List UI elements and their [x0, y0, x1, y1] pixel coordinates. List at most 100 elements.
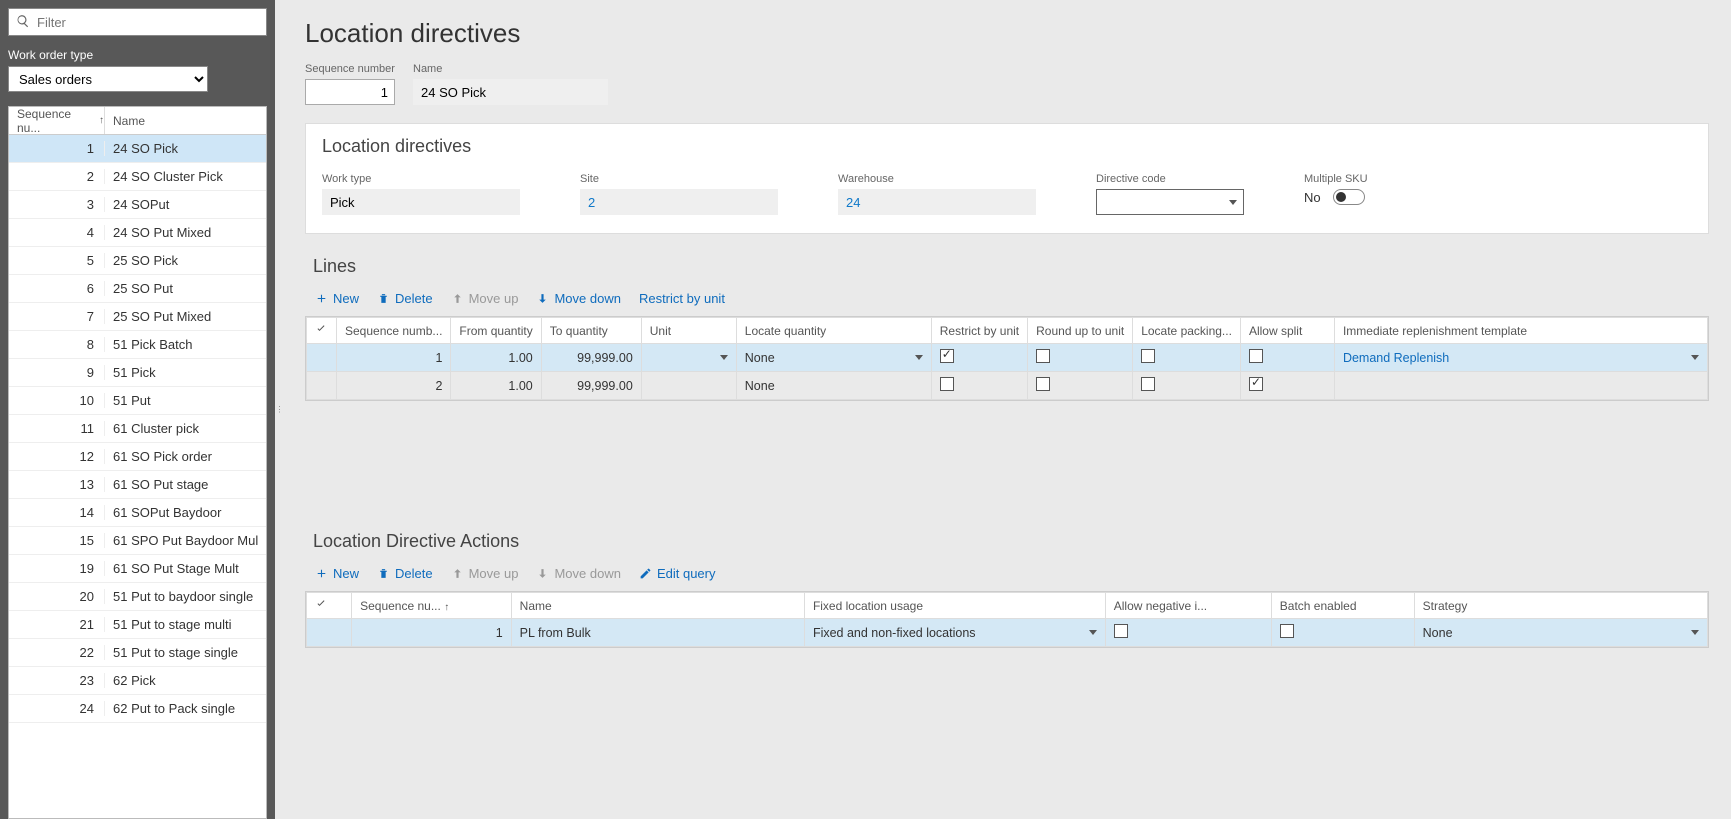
- to-qty-col[interactable]: To quantity: [541, 318, 641, 344]
- card-title: Location directives: [322, 136, 1692, 157]
- lines-title: Lines: [313, 256, 1709, 277]
- locate-pack-col[interactable]: Locate packing...: [1133, 318, 1241, 344]
- directive-row[interactable]: 725 SO Put Mixed: [9, 303, 266, 331]
- actions-delete-button[interactable]: Delete: [377, 566, 433, 581]
- actions-strategy-col[interactable]: Strategy: [1414, 593, 1707, 619]
- directive-row[interactable]: 1361 SO Put stage: [9, 471, 266, 499]
- move-down-button[interactable]: Move down: [536, 291, 620, 306]
- lines-row[interactable]: 21.0099,999.00None: [307, 372, 1708, 400]
- sort-asc-icon: ↑: [99, 115, 104, 126]
- work-order-type-select[interactable]: Sales orders: [8, 66, 208, 92]
- directive-list: Sequence nu... ↑ Name 124 SO Pick224 SO …: [8, 106, 267, 819]
- actions-neg-col[interactable]: Allow negative i...: [1105, 593, 1271, 619]
- checkbox[interactable]: [1249, 377, 1263, 391]
- checkbox[interactable]: [1141, 377, 1155, 391]
- actions-title: Location Directive Actions: [313, 531, 1709, 552]
- checkbox[interactable]: [1036, 349, 1050, 363]
- warehouse-label: Warehouse: [838, 173, 1036, 185]
- directive-row[interactable]: 1561 SPO Put Baydoor Mul: [9, 527, 266, 555]
- seq-col[interactable]: Sequence numb...: [337, 318, 451, 344]
- select-all-header[interactable]: [307, 318, 337, 344]
- from-qty-col[interactable]: From quantity: [451, 318, 541, 344]
- lines-row[interactable]: 11.0099,999.00NoneDemand Replenish: [307, 344, 1708, 372]
- new-button[interactable]: New: [315, 291, 359, 306]
- directive-row[interactable]: 2151 Put to stage multi: [9, 611, 266, 639]
- directive-row[interactable]: 424 SO Put Mixed: [9, 219, 266, 247]
- directive-row[interactable]: 324 SOPut: [9, 191, 266, 219]
- locate-qty-col[interactable]: Locate quantity: [736, 318, 931, 344]
- directive-code-label: Directive code: [1096, 173, 1244, 185]
- work-type-label: Work type: [322, 173, 520, 185]
- directive-row[interactable]: 2251 Put to stage single: [9, 639, 266, 667]
- directive-row[interactable]: 2362 Pick: [9, 667, 266, 695]
- restrict-col[interactable]: Restrict by unit: [931, 318, 1027, 344]
- restrict-by-unit-button[interactable]: Restrict by unit: [639, 291, 725, 306]
- actions-grid: Sequence nu... ↑ Name Fixed location usa…: [305, 591, 1709, 648]
- seq-header[interactable]: Sequence nu...: [17, 107, 95, 135]
- location-directives-card: Location directives Work type Site 2 War…: [305, 123, 1709, 234]
- site-field[interactable]: 2: [580, 189, 778, 215]
- lines-grid: Sequence numb... From quantity To quanti…: [305, 316, 1709, 401]
- allow-split-col[interactable]: Allow split: [1240, 318, 1334, 344]
- chevron-down-icon: [1229, 200, 1237, 205]
- actions-seq-col[interactable]: Sequence nu... ↑: [352, 593, 512, 619]
- directive-row[interactable]: 951 Pick: [9, 359, 266, 387]
- work-type-field[interactable]: [322, 189, 520, 215]
- actions-move-down-button[interactable]: Move down: [536, 566, 620, 581]
- directive-code-combo[interactable]: [1096, 189, 1244, 215]
- delete-button[interactable]: Delete: [377, 291, 433, 306]
- seq-number-input[interactable]: [305, 79, 395, 105]
- work-order-type-label: Work order type: [8, 48, 267, 62]
- checkbox[interactable]: [1114, 624, 1128, 638]
- actions-name-col[interactable]: Name: [511, 593, 804, 619]
- filter-wrap: [8, 8, 267, 36]
- chevron-down-icon: [1691, 630, 1699, 635]
- sidebar: Work order type Sales orders Sequence nu…: [0, 0, 275, 819]
- directive-row[interactable]: 124 SO Pick: [9, 135, 266, 163]
- roundup-col[interactable]: Round up to unit: [1028, 318, 1133, 344]
- directive-row[interactable]: 2051 Put to baydoor single: [9, 583, 266, 611]
- filter-input[interactable]: [8, 8, 267, 36]
- actions-select-all-header[interactable]: [307, 593, 352, 619]
- immediate-col[interactable]: Immediate replenishment template: [1334, 318, 1707, 344]
- multiple-sku-toggle[interactable]: [1333, 189, 1365, 205]
- directive-row[interactable]: 1961 SO Put Stage Mult: [9, 555, 266, 583]
- checkbox[interactable]: [1141, 349, 1155, 363]
- actions-new-button[interactable]: New: [315, 566, 359, 581]
- directive-row[interactable]: 1051 Put: [9, 387, 266, 415]
- actions-row[interactable]: 1PL from BulkFixed and non-fixed locatio…: [307, 619, 1708, 647]
- directive-row[interactable]: 224 SO Cluster Pick: [9, 163, 266, 191]
- multiple-sku-label: Multiple SKU: [1304, 173, 1368, 185]
- edit-query-button[interactable]: Edit query: [639, 566, 716, 581]
- directive-rows: 124 SO Pick224 SO Cluster Pick324 SOPut4…: [9, 135, 266, 818]
- checkbox[interactable]: [1249, 349, 1263, 363]
- actions-fixed-col[interactable]: Fixed location usage: [804, 593, 1105, 619]
- checkbox[interactable]: [1280, 624, 1294, 638]
- directive-row[interactable]: 1161 Cluster pick: [9, 415, 266, 443]
- search-icon: [16, 14, 30, 28]
- name-header[interactable]: Name: [105, 114, 266, 128]
- splitter[interactable]: ⋮: [275, 0, 283, 819]
- name-label: Name: [413, 63, 608, 75]
- chevron-down-icon: [915, 355, 923, 360]
- directive-row[interactable]: 625 SO Put: [9, 275, 266, 303]
- directive-row[interactable]: 1461 SOPut Baydoor: [9, 499, 266, 527]
- actions-batch-col[interactable]: Batch enabled: [1271, 593, 1414, 619]
- seq-number-label: Sequence number: [305, 63, 395, 75]
- directive-row[interactable]: 1261 SO Pick order: [9, 443, 266, 471]
- directive-row[interactable]: 525 SO Pick: [9, 247, 266, 275]
- directive-list-header: Sequence nu... ↑ Name: [9, 107, 266, 135]
- checkbox[interactable]: [940, 377, 954, 391]
- lines-toolbar: New Delete Move up Move down Restrict by…: [305, 287, 1709, 316]
- directive-row[interactable]: 851 Pick Batch: [9, 331, 266, 359]
- unit-col[interactable]: Unit: [641, 318, 736, 344]
- warehouse-field[interactable]: 24: [838, 189, 1036, 215]
- name-input[interactable]: [413, 79, 608, 105]
- directive-row[interactable]: 2462 Put to Pack single: [9, 695, 266, 723]
- chevron-down-icon: [1089, 630, 1097, 635]
- actions-move-up-button[interactable]: Move up: [451, 566, 519, 581]
- site-label: Site: [580, 173, 778, 185]
- move-up-button[interactable]: Move up: [451, 291, 519, 306]
- checkbox[interactable]: [940, 349, 954, 363]
- checkbox[interactable]: [1036, 377, 1050, 391]
